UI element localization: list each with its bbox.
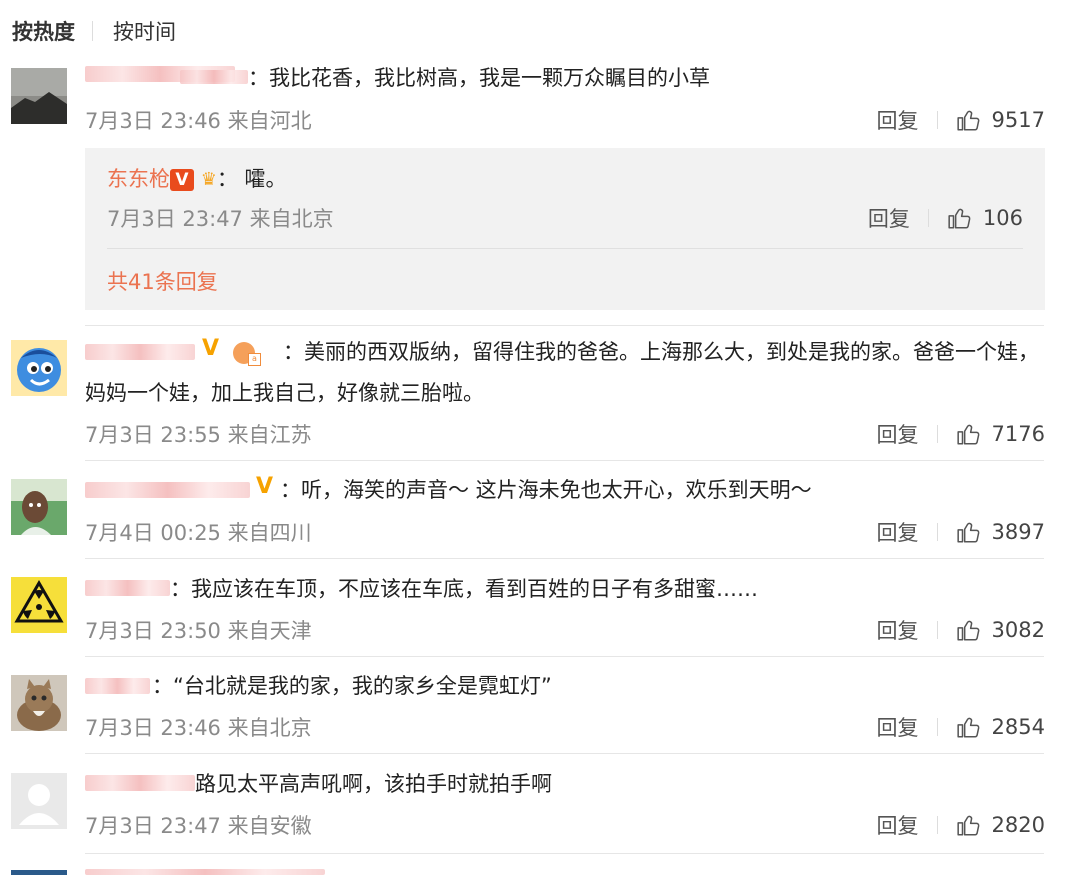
username-blurred[interactable] [85,869,325,875]
comment-meta: 7月3日 23:50 来自天津 [85,615,312,645]
comment-actions: 回复 9517 [877,105,1045,135]
username-blurred[interactable] [85,482,250,498]
reply-button[interactable]: 回复 [877,419,919,449]
reply-thread: 东东枪 V ♛： 嚯。 7月3日 23:47 来自北京 回复 106 共41条回复 [85,148,1045,310]
divider [85,460,1044,461]
reply-button[interactable]: 回复 [868,203,910,233]
divider [936,718,938,736]
thumbs-up-icon[interactable] [956,519,982,545]
comment-text: ：听，海笑的声音～ 这片海未免也太开心，欢乐到天明～ [280,478,812,502]
comment-date: 7月3日 23:46 [85,716,221,740]
divider [85,753,1044,754]
comment-source: 来自江苏 [227,423,312,447]
divider [85,656,1044,657]
comment-actions: 回复 2820 [877,810,1045,840]
comment-meta: 7月4日 00:25 来自四川 [85,517,312,547]
comment-actions: 回复 2854 [877,712,1045,742]
comment-source: 来自河北 [227,109,312,133]
reply-button[interactable]: 回复 [877,517,919,547]
divider [927,209,929,227]
username-blurred [180,70,248,84]
comment-source: 来自天津 [227,619,312,643]
comment-source: 来自安徽 [227,814,312,838]
avatar[interactable] [11,870,67,875]
crown-icon: ♛ [200,169,217,190]
comment-actions: 回复 7176 [877,419,1045,449]
divider [936,523,938,541]
sub-reply-username[interactable]: 东东枪 [107,167,170,191]
like-count: 7176 [991,422,1045,446]
sort-by-time-tab[interactable]: 按时间 [113,16,176,46]
avatar[interactable] [11,577,67,633]
like-count: 9517 [991,108,1045,132]
like-count: 106 [982,206,1023,230]
divider [936,816,938,834]
sub-reply-text: 东东枪 V ♛： 嚯。 [107,162,287,197]
verified-badge: V [256,474,274,499]
comment-meta: 7月3日 23:55 来自江苏 [85,419,312,449]
comment-text: 路见太平高声吼啊，该拍手时就拍手啊 [195,772,552,796]
username-blurred[interactable] [85,678,150,694]
like-count: 2854 [991,715,1045,739]
sort-by-hot-tab[interactable]: 按热度 [12,16,75,46]
username-blurred[interactable] [85,580,170,596]
thumbs-up-icon[interactable] [956,421,982,447]
sub-reply-source: 来自北京 [249,207,334,231]
sub-reply-meta: 7月3日 23:47 来自北京 [107,203,334,233]
reply-button[interactable]: 回复 [877,712,919,742]
avatar[interactable] [11,68,67,124]
divider [85,853,1044,854]
comment-meta: 7月3日 23:47 来自安徽 [85,810,312,840]
like-count: 2820 [991,813,1045,837]
comment-text: ：美丽的西双版纳，留得住我的爸爸。上海那么大，到处是我的家。爸爸一个娃，妈妈一个… [85,340,1039,405]
comment-date: 7月3日 23:46 [85,109,221,133]
thumbs-up-icon[interactable] [956,107,982,133]
verified-badge: V [170,169,194,191]
comment-date: 7月3日 23:47 [85,814,221,838]
comment-source: 来自北京 [227,716,312,740]
divider [85,325,1044,326]
divider [85,558,1044,559]
divider [936,425,938,443]
comment-meta: 7月3日 23:46 来自河北 [85,105,312,135]
comment-text: ：我应该在车顶，不应该在车底，看到百姓的日子有多甜蜜…… [170,577,758,601]
view-all-replies-link[interactable]: 共41条回复 [107,266,218,296]
sub-reply-actions: 回复 106 [868,203,1023,233]
divider [107,248,1023,249]
comment-text: ：“台北就是我的家，我的家乡全是霓虹灯” [152,674,552,698]
sort-bar: 按热度 按时间 [12,14,176,48]
comment-date: 7月4日 00:25 [85,521,221,545]
avatar[interactable] [11,773,67,829]
reply-button[interactable]: 回复 [877,105,919,135]
comment-actions: 回复 3897 [877,517,1045,547]
comment-text: ：我比花香，我比树高，我是一颗万众瞩目的小草 [248,66,710,90]
sub-reply-content: ： 嚯。 [216,167,287,191]
comment-date: 7月3日 23:55 [85,423,221,447]
avatar[interactable] [11,340,67,396]
avatar[interactable] [11,675,67,731]
divider [92,21,93,41]
comment-actions: 回复 3082 [877,615,1045,645]
like-count: 3897 [991,520,1045,544]
avatar[interactable] [11,479,67,535]
comment-source: 来自四川 [227,521,312,545]
sub-reply-date: 7月3日 23:47 [107,207,243,231]
reply-button[interactable]: 回复 [877,615,919,645]
divider [936,621,938,639]
username-blurred[interactable] [85,775,195,791]
comment-date: 7月3日 23:50 [85,619,221,643]
thumbs-up-icon[interactable] [956,714,982,740]
comment-meta: 7月3日 23:46 来自北京 [85,712,312,742]
thumbs-up-icon[interactable] [947,205,973,231]
divider [936,111,938,129]
reply-button[interactable]: 回复 [877,810,919,840]
thumbs-up-icon[interactable] [956,617,982,643]
like-count: 3082 [991,618,1045,642]
thumbs-up-icon[interactable] [956,812,982,838]
